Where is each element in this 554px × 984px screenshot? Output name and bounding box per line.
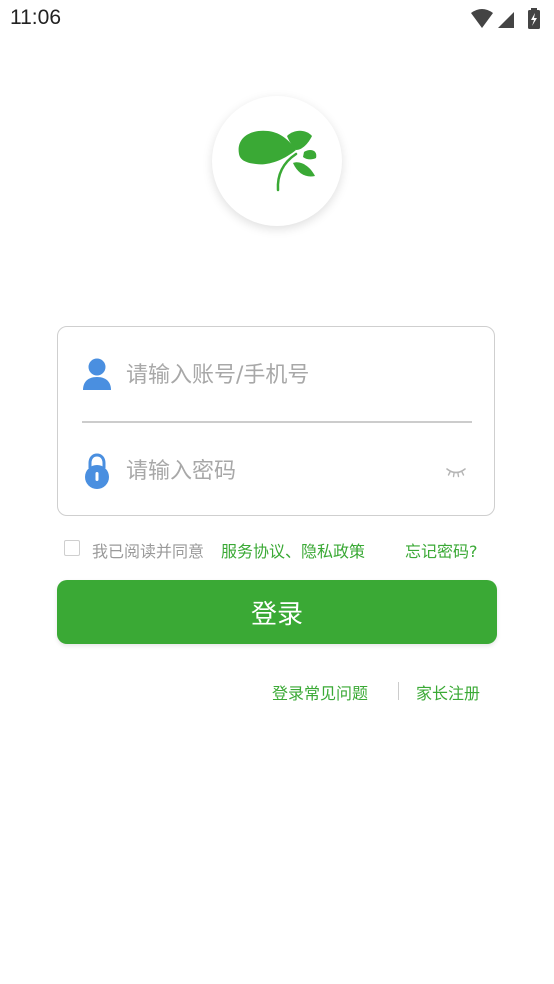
clover-leaf-icon — [238, 130, 317, 192]
status-bar: 11:06 — [0, 0, 554, 40]
battery-charging-icon — [528, 8, 540, 29]
account-input[interactable] — [126, 355, 426, 395]
faq-link[interactable]: 登录常见问题 — [272, 680, 368, 704]
forgot-password-link[interactable]: 忘记密码? — [405, 538, 478, 562]
password-input[interactable] — [126, 451, 426, 491]
agreement-link[interactable]: 服务协议、隐私政策 — [221, 538, 365, 562]
status-time: 11:06 — [10, 6, 61, 29]
agreement-row: 我已阅读并同意 服务协议、隐私政策 忘记密码? — [64, 536, 494, 564]
login-card — [57, 326, 495, 516]
parent-register-link[interactable]: 家长注册 — [416, 680, 480, 704]
user-icon — [83, 358, 111, 390]
status-icons — [471, 8, 540, 29]
login-button[interactable]: 登录 — [57, 580, 497, 644]
signal-icon — [498, 12, 514, 28]
lock-icon — [85, 453, 109, 489]
links-divider — [398, 682, 399, 700]
app-logo — [212, 96, 342, 226]
eye-closed-icon[interactable] — [444, 461, 468, 481]
password-field-row — [82, 443, 472, 499]
bottom-links: 登录常见问题 家长注册 — [272, 680, 492, 704]
agree-text: 我已阅读并同意 — [92, 542, 205, 561]
wifi-icon — [471, 9, 493, 28]
account-field-row — [82, 347, 472, 403]
agree-checkbox[interactable] — [64, 540, 80, 556]
field-divider — [82, 421, 472, 423]
